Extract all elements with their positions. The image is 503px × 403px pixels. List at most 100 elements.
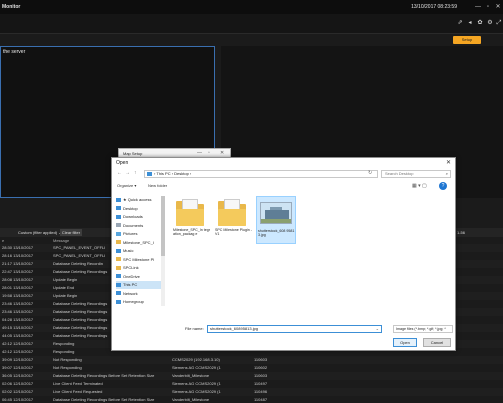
- event-message: Database Deleting Recordings Before Set …: [53, 397, 155, 402]
- alarm-icon[interactable]: ◂: [466, 19, 474, 27]
- file-name-label: File name:: [185, 326, 204, 331]
- back-icon[interactable]: ←: [117, 170, 122, 176]
- search-input[interactable]: Search Desktop ⌕: [381, 170, 451, 178]
- organize-button[interactable]: Organize ▾: [117, 183, 136, 188]
- table-row[interactable]: 02:02 12/10/2017 Live Client Feed Request…: [0, 388, 503, 396]
- nav-item-label: SPC Milestone Pl: [123, 256, 155, 262]
- nav-item[interactable]: Network: [116, 290, 164, 298]
- nav-item-icon: [116, 257, 121, 262]
- event-message: Responding: [53, 349, 75, 354]
- nav-item-icon: [116, 197, 121, 202]
- up-icon[interactable]: ↑: [134, 170, 137, 176]
- window-title: Monitor: [2, 4, 21, 10]
- main-toolbar: ⇗ ◂ ✿ ⚙ ⤢: [0, 14, 503, 34]
- cancel-button[interactable]: Cancel: [423, 338, 451, 347]
- map-setup-title: Map Setup: [123, 151, 143, 156]
- event-message: Update Begin: [53, 277, 78, 282]
- map-setup-close[interactable]: ✕: [220, 150, 224, 156]
- map-setup-minimize[interactable]: —: [197, 150, 202, 156]
- event-message: Database Deleting Recordings: [53, 269, 108, 274]
- file-item[interactable]: Milestone_SPC_In tegration_packag e: [172, 196, 212, 244]
- table-row[interactable]: 36:05 12/10/2017 Database Deleting Record…: [0, 372, 503, 380]
- nav-item[interactable]: OneDrive: [116, 273, 164, 281]
- address-bar[interactable]: › This PC › Desktop ›: [144, 170, 378, 178]
- search-icon: ⌕: [445, 171, 448, 176]
- view-options-icon[interactable]: ▦ ▾ ▢: [412, 183, 427, 189]
- nav-item[interactable]: ★ Quick access: [116, 196, 164, 204]
- file-type-select[interactable]: Image files (*.bmp; *.gif; *.jpg; *: [393, 325, 453, 333]
- nav-item[interactable]: Desktop: [116, 205, 164, 213]
- chevron-down-icon[interactable]: ⌄: [376, 326, 379, 332]
- event-time: 28:08 13/10/2017: [2, 277, 34, 282]
- help-icon[interactable]: ?: [439, 182, 447, 190]
- event-time: 02:06 12/10/2017: [2, 381, 34, 386]
- file-name-input[interactable]: shutterstock_60895813.jpg ⌄: [207, 325, 382, 333]
- navigation-scrollbar[interactable]: [161, 196, 165, 306]
- file-item-selected[interactable]: shutterstock_608 95813.jpg: [256, 196, 296, 244]
- table-row[interactable]: 02:06 12/10/2017 Live Client Feed Termina…: [0, 380, 503, 388]
- nav-item[interactable]: SPCLink: [116, 264, 164, 272]
- nav-item-label: OneDrive: [123, 273, 140, 279]
- forward-icon[interactable]: →: [125, 170, 130, 176]
- filter-dropdown[interactable]: Custom (filter applied) ⌄: [18, 230, 62, 235]
- nav-item[interactable]: SPC Milestone Pl: [116, 256, 164, 264]
- dialog-title: Open: [116, 160, 129, 166]
- nav-item[interactable]: This PC: [116, 281, 164, 289]
- event-source: Siemens AG CCMS2029 (1: [172, 365, 221, 370]
- nav-item-label: This PC: [123, 282, 138, 287]
- open-button[interactable]: Open: [393, 338, 417, 347]
- nav-item-label: Desktop: [123, 205, 138, 211]
- file-name: shutterstock_608 95813.jpg: [258, 229, 295, 237]
- event-time: 19:58 13/10/2017: [2, 293, 34, 298]
- this-pc-icon: [147, 171, 152, 176]
- new-folder-button[interactable]: New folder: [148, 183, 167, 188]
- file-name: Milestone_SPC_In tegration_packag e: [173, 228, 210, 236]
- table-row[interactable]: 39:09 12/10/2017 Not Responding CCMS2029 (…: [0, 356, 503, 364]
- header-time[interactable]: e: [2, 238, 4, 243]
- clear-filter-button[interactable]: Clear filter: [60, 229, 82, 236]
- nav-item-icon: [116, 248, 121, 253]
- event-time: 39:07 12/10/2017: [2, 365, 34, 370]
- file-name: SPC Milestone Plugin - V1: [215, 228, 252, 236]
- settings-icon[interactable]: ⚙: [486, 19, 494, 27]
- dialog-close-button[interactable]: ✕: [446, 159, 451, 166]
- file-name-value: shutterstock_60895813.jpg: [210, 326, 259, 331]
- nav-item-label: Pictures: [123, 231, 138, 236]
- nav-item[interactable]: Milestone_SPC_I: [116, 239, 164, 247]
- nav-item[interactable]: Downloads: [116, 213, 164, 221]
- setup-button[interactable]: Setup: [453, 36, 481, 44]
- fullscreen-icon[interactable]: ⤢: [495, 19, 503, 27]
- gear-icon[interactable]: ✿: [476, 19, 484, 27]
- event-time: 23:46 13/10/2017: [2, 301, 34, 306]
- file-item[interactable]: SPC Milestone Plugin - V1: [214, 196, 254, 244]
- file-list: Milestone_SPC_In tegration_packag e SPC …: [172, 196, 452, 308]
- image-thumbnail: [260, 202, 292, 224]
- nav-item-label: Documents: [123, 222, 144, 228]
- nav-item-icon: [116, 240, 121, 245]
- event-message: Update End: [53, 285, 75, 290]
- close-button[interactable]: ✕: [494, 3, 502, 11]
- event-time: 06:45 12/10/2017: [2, 397, 34, 402]
- scrollbar-thumb[interactable]: [161, 196, 165, 256]
- refresh-icon[interactable]: ↻: [368, 170, 372, 176]
- nav-item[interactable]: Pictures: [116, 230, 164, 238]
- maximize-button[interactable]: ▫: [484, 3, 492, 11]
- map-setup-maximize[interactable]: ▫: [208, 150, 210, 156]
- event-message: Database Deleting Recordings: [53, 301, 108, 306]
- nav-item[interactable]: Homegroup: [116, 298, 164, 306]
- header-message[interactable]: Message: [53, 238, 69, 243]
- nav-item-label: Homegroup: [123, 299, 144, 304]
- event-source: Vanderbilt_Milestone: [172, 373, 210, 378]
- table-row[interactable]: 06:45 12/10/2017 Database Deleting Record…: [0, 396, 503, 403]
- nav-item[interactable]: Music: [116, 247, 164, 255]
- share-icon[interactable]: ⇗: [456, 19, 464, 27]
- table-row[interactable]: 39:07 12/10/2017 Not Responding Siemens AG…: [0, 364, 503, 372]
- event-time: 42:12 12/10/2017: [2, 341, 34, 346]
- nav-item-label: Milestone_SPC_I: [123, 239, 154, 245]
- event-time: 36:05 12/10/2017: [2, 373, 34, 378]
- event-source: Siemens AG CCMS2029 (1: [172, 381, 221, 386]
- event-message: Database Deleting Recordings: [53, 333, 108, 338]
- minimize-button[interactable]: —: [474, 3, 482, 11]
- nav-item[interactable]: Documents: [116, 222, 164, 230]
- event-time: 28:30 13/10/2017: [2, 245, 34, 250]
